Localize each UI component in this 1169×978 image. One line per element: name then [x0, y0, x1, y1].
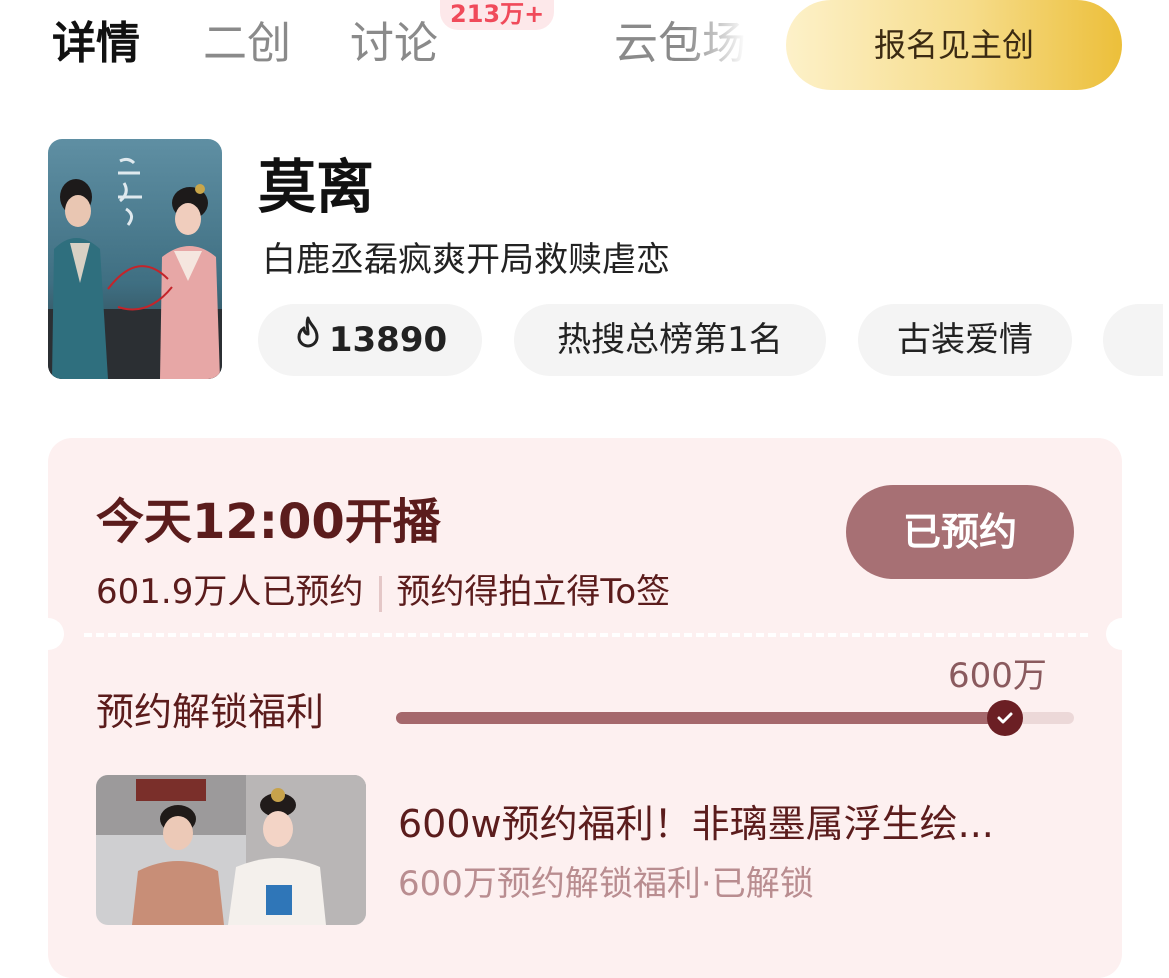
show-poster[interactable] [48, 139, 222, 379]
milestone-check-icon [987, 700, 1023, 736]
show-subtitle: 白鹿丞磊疯爽开局救赎虐恋 [262, 240, 670, 280]
reserved-button[interactable]: 已预约 [846, 485, 1074, 579]
top-tab-bar: 详情 二创 讨论 213万+ 云包场 报名见主创 [0, 0, 1169, 100]
genre-tag[interactable]: 古装爱情 [858, 304, 1072, 376]
tab-cloud[interactable]: 云包场 [614, 14, 746, 74]
air-time: 今天12:00开播 [96, 494, 441, 550]
show-title: 莫离 [258, 153, 375, 221]
perk-subtitle: 600万预约解锁福利·已解锁 [398, 864, 814, 904]
unlock-benefits-label: 预约解锁福利 [96, 690, 325, 734]
tab-discuss[interactable]: 讨论 [350, 14, 438, 74]
signup-meet-cast-button[interactable]: 报名见主创 [786, 0, 1122, 90]
ticket-divider [84, 633, 1088, 637]
heat-tag[interactable]: 13890 [258, 304, 482, 376]
progress-fill [396, 712, 1007, 724]
discuss-count-badge: 213万+ [440, 0, 555, 30]
ticket-notch-left [32, 618, 64, 650]
ticket-notch-right [1106, 618, 1138, 650]
reservation-stats: 601.9万人已预约 预约得拍立得To签 [96, 568, 670, 616]
rank-tag[interactable]: 热搜总榜第1名 [514, 304, 826, 376]
reward-note: 预约得拍立得To签 [396, 572, 671, 612]
heat-value: 13890 [328, 320, 448, 360]
progress-track [396, 712, 1074, 724]
more-tag-partial[interactable] [1103, 304, 1163, 376]
reserved-count: 601.9万人已预约 [96, 572, 364, 612]
tab-create[interactable]: 二创 [203, 14, 291, 74]
flame-icon [293, 303, 323, 375]
perk-title[interactable]: 600w预约福利！非璃墨属浮生绘... [398, 798, 1068, 850]
stats-divider [379, 575, 383, 612]
milestone-label: 600万 [948, 656, 1047, 696]
perk-thumbnail[interactable] [96, 775, 366, 925]
tab-details[interactable]: 详情 [52, 14, 140, 74]
